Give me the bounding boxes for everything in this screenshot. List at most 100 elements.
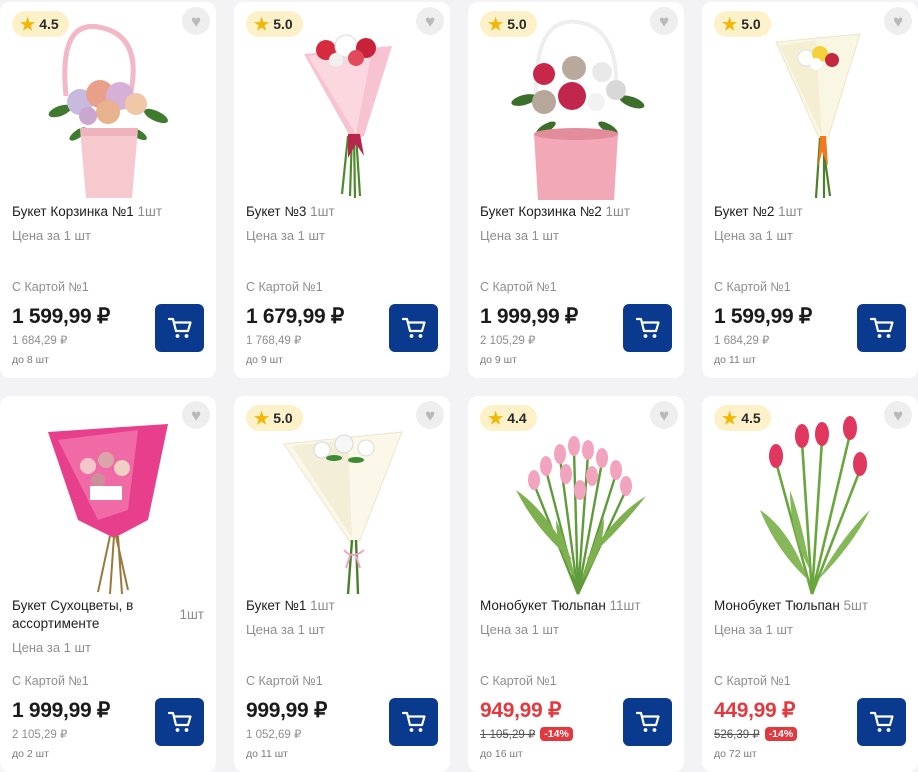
heart-icon[interactable]: ♥ [659,407,669,424]
price-for-label: Цена за 1 шт [714,622,793,637]
card-price: 949,99 ₽ [480,699,562,722]
product-name[interactable]: Монобукет Тюльпан 5шт [714,597,906,615]
product-name[interactable]: Букет Сухоцветы, в ассортименте 1шт [12,597,204,633]
add-to-cart-button[interactable] [857,698,906,746]
price-for-label: Цена за 1 шт [714,228,793,243]
card-price: 1 599,99 ₽ [12,305,110,328]
regular-price: 1 684,29 ₽ [12,335,68,347]
product-image[interactable] [252,16,432,202]
product-name[interactable]: Букет Корзинка №1 1шт [12,203,204,221]
regular-price: 1 052,69 ₽ [246,729,302,741]
cart-icon[interactable] [635,711,660,733]
loyalty-card-label: С Картой №1 [246,280,323,294]
card-price: 1 999,99 ₽ [12,699,110,722]
product-title[interactable]: Монобукет Тюльпан [480,598,606,613]
product-name[interactable]: Букет Корзинка №2 1шт [480,203,672,221]
add-to-cart-button[interactable] [389,698,438,746]
favorite-button[interactable]: ♥ [650,7,678,35]
product-name[interactable]: Букет №3 1шт [246,203,438,221]
cart-icon[interactable] [167,711,192,733]
rating-value: 4.5 [741,410,761,426]
regular-price: 1 684,29 ₽ [714,335,770,347]
product-title[interactable]: Букет №3 [246,204,306,219]
product-title[interactable]: Букет №2 [714,204,774,219]
product-image[interactable] [486,410,666,596]
stock-limit: до 2 шт [12,748,49,760]
product-image[interactable] [252,410,432,596]
product-image[interactable] [720,16,900,202]
cart-icon[interactable] [869,711,894,733]
cart-icon[interactable] [401,317,426,339]
product-title[interactable]: Букет Корзинка №1 [12,204,134,219]
old-price-row: 2 105,29 ₽ [12,727,67,741]
price-for-label: Цена за 1 шт [12,228,91,243]
favorite-button[interactable]: ♥ [182,7,210,35]
heart-icon[interactable]: ♥ [425,407,435,424]
old-price-row: 2 105,29 ₽ [480,333,535,347]
product-title[interactable]: Монобукет Тюльпан [714,598,840,613]
star-icon: ★ [722,14,738,34]
product-image[interactable] [18,410,198,596]
add-to-cart-button[interactable] [155,304,204,352]
heart-icon[interactable]: ♥ [425,13,435,30]
product-name[interactable]: Монобукет Тюльпан 11шт [480,597,672,615]
favorite-button[interactable]: ♥ [182,401,210,429]
product-card[interactable]: ★ 4.5 ♥ Монобукет Тюльпан 5шт Цена за 1 ш… [702,396,918,772]
product-title[interactable]: Букет Сухоцветы, в ассортименте [12,597,162,633]
favorite-button[interactable]: ♥ [884,401,912,429]
product-qty: 5шт [843,598,869,613]
add-to-cart-button[interactable] [857,304,906,352]
product-card[interactable]: ★ 5.0 ♥ Букет №3 1шт Цена за 1 шт С Карто… [234,2,450,378]
product-image[interactable] [720,410,900,596]
cart-icon[interactable] [635,317,660,339]
card-price: 1 679,99 ₽ [246,305,344,328]
heart-icon[interactable]: ♥ [191,407,201,424]
favorite-button[interactable]: ♥ [650,401,678,429]
product-card[interactable]: ★ 5.0 ♥ Букет №2 1шт Цена за 1 шт С Карто… [702,2,918,378]
product-title[interactable]: Букет №1 [246,598,306,613]
old-price-row: 1 105,29 ₽ -14% [480,727,573,741]
add-to-cart-button[interactable] [155,698,204,746]
add-to-cart-button[interactable] [623,304,672,352]
star-icon: ★ [488,408,504,428]
stock-limit: до 9 шт [246,354,283,366]
favorite-button[interactable]: ♥ [884,7,912,35]
loyalty-card-label: С Картой №1 [12,674,89,688]
product-card[interactable]: ★ 5.0 ♥ Букет Корзинка №2 1шт Цена за 1 ш… [468,2,684,378]
add-to-cart-button[interactable] [623,698,672,746]
product-name[interactable]: Букет №1 1шт [246,597,438,615]
heart-icon[interactable]: ♥ [191,13,201,30]
heart-icon[interactable]: ♥ [659,13,669,30]
product-card[interactable]: ★ 4.5 ♥ Букет Корзинка №1 1шт Цена за 1 ш… [0,2,216,378]
favorite-button[interactable]: ♥ [416,401,444,429]
price-for-label: Цена за 1 шт [246,228,325,243]
rating-badge: ★ 5.0 [246,11,303,37]
add-to-cart-button[interactable] [389,304,438,352]
favorite-button[interactable]: ♥ [416,7,444,35]
product-name[interactable]: Букет №2 1шт [714,203,906,221]
product-card[interactable]: ★ 4.4 ♥ Монобукет Тюльпан 11шт Цена за 1 … [468,396,684,772]
rating-value: 4.5 [39,16,59,32]
regular-price: 1 768,49 ₽ [246,335,302,347]
product-title[interactable]: Букет Корзинка №2 [480,204,602,219]
rating-value: 5.0 [273,16,293,32]
product-image[interactable] [486,16,666,202]
heart-icon[interactable]: ♥ [893,407,903,424]
cart-icon[interactable] [167,317,192,339]
cart-icon[interactable] [869,317,894,339]
product-qty: 1шт [137,204,163,219]
rating-badge: ★ 4.5 [714,405,771,431]
product-qty: 1шт [605,204,631,219]
rating-badge: ★ 4.5 [12,11,69,37]
product-card[interactable]: ♥ Букет Сухоцветы, в ассортименте 1шт Цен… [0,396,216,772]
product-image[interactable] [18,16,198,202]
old-price-row: 1 684,29 ₽ [12,333,67,347]
product-card[interactable]: ★ 5.0 ♥ Букет №1 1шт Цена за 1 шт С Карто… [234,396,450,772]
rating-badge: ★ 5.0 [246,405,303,431]
star-icon: ★ [254,14,270,34]
rating-badge: ★ 5.0 [714,11,771,37]
heart-icon[interactable]: ♥ [893,13,903,30]
stock-limit: до 16 шт [480,748,523,760]
card-price: 1 599,99 ₽ [714,305,812,328]
cart-icon[interactable] [401,711,426,733]
